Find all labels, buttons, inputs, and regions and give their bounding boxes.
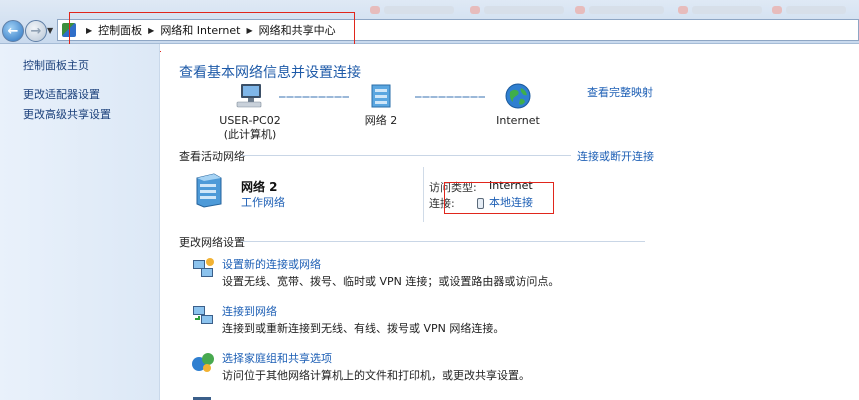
homegroup-icon — [192, 353, 214, 372]
sidebar-item-advanced-sharing[interactable]: 更改高级共享设置 — [23, 106, 111, 122]
section-divider — [241, 155, 571, 156]
network-icon — [371, 84, 391, 108]
computer-sub: (此计算机) — [223, 128, 277, 141]
task-title[interactable]: 选择家庭组和共享选项 — [222, 350, 332, 366]
globe-icon — [505, 83, 531, 109]
history-dropdown-icon[interactable]: ▼ — [47, 26, 53, 35]
connection-line — [279, 96, 349, 98]
connection-line — [415, 96, 485, 98]
new-connection-icon — [193, 258, 214, 277]
section-divider — [241, 241, 645, 242]
task-title[interactable]: 设置新的连接或网络 — [222, 256, 321, 272]
connect-network-icon — [193, 306, 213, 324]
page-title: 查看基本网络信息并设置连接 — [179, 65, 361, 81]
active-network-name: 网络 2 — [241, 180, 278, 194]
active-networks-header: 查看活动网络 — [179, 150, 245, 163]
task-homegroup[interactable]: 选择家庭组和共享选项 访问位于其他网络计算机上的文件和打印机，或更改共享设置。 — [191, 350, 641, 386]
task-title[interactable]: 连接到网络 — [222, 303, 277, 319]
network-map-name: 网络 2 — [364, 114, 398, 127]
network-type-link[interactable]: 工作网络 — [241, 194, 285, 210]
connect-disconnect-link[interactable]: 连接或断开连接 — [577, 148, 654, 164]
sidebar: 控制面板主页 更改适配器设置 更改高级共享设置 — [0, 44, 160, 400]
task-desc: 连接到或重新连接到无线、有线、拨号或 VPN 网络连接。 — [222, 322, 505, 335]
task-new-connection[interactable]: 设置新的连接或网络 设置无线、宽带、拨号、临时或 VPN 连接；或设置路由器或访… — [191, 256, 641, 292]
main-content: 查看基本网络信息并设置连接 查看完整映射 USER-PC02 (此计算机) 网络… — [161, 44, 859, 400]
forward-button[interactable]: → — [25, 20, 47, 42]
map-node-network[interactable]: 网络 2 — [351, 82, 411, 128]
change-settings-header: 更改网络设置 — [179, 236, 245, 249]
sidebar-item-control-panel-home[interactable]: 控制面板主页 — [23, 57, 89, 73]
map-node-computer: USER-PC02 (此计算机) — [215, 82, 285, 142]
task-desc: 访问位于其他网络计算机上的文件和打印机，或更改共享设置。 — [222, 369, 530, 382]
forward-arrow-icon: → — [30, 23, 42, 39]
partial-task-icon — [193, 397, 211, 400]
computer-icon — [236, 84, 262, 108]
sidebar-item-adapter-settings[interactable]: 更改适配器设置 — [23, 86, 100, 102]
back-arrow-icon: ← — [7, 23, 19, 39]
computer-name: USER-PC02 — [219, 114, 281, 127]
task-connect-network[interactable]: 连接到网络 连接到或重新连接到无线、有线、拨号或 VPN 网络连接。 — [191, 303, 641, 339]
internet-map-name: Internet — [496, 114, 540, 127]
map-node-internet[interactable]: Internet — [486, 82, 550, 128]
full-map-link[interactable]: 查看完整映射 — [587, 84, 653, 100]
vertical-divider — [423, 167, 424, 222]
network-bench-icon — [196, 173, 222, 208]
connection-highlight-box — [444, 182, 554, 214]
task-desc: 设置无线、宽带、拨号、临时或 VPN 连接；或设置路由器或访问点。 — [222, 275, 560, 288]
back-button[interactable]: ← — [2, 20, 24, 42]
